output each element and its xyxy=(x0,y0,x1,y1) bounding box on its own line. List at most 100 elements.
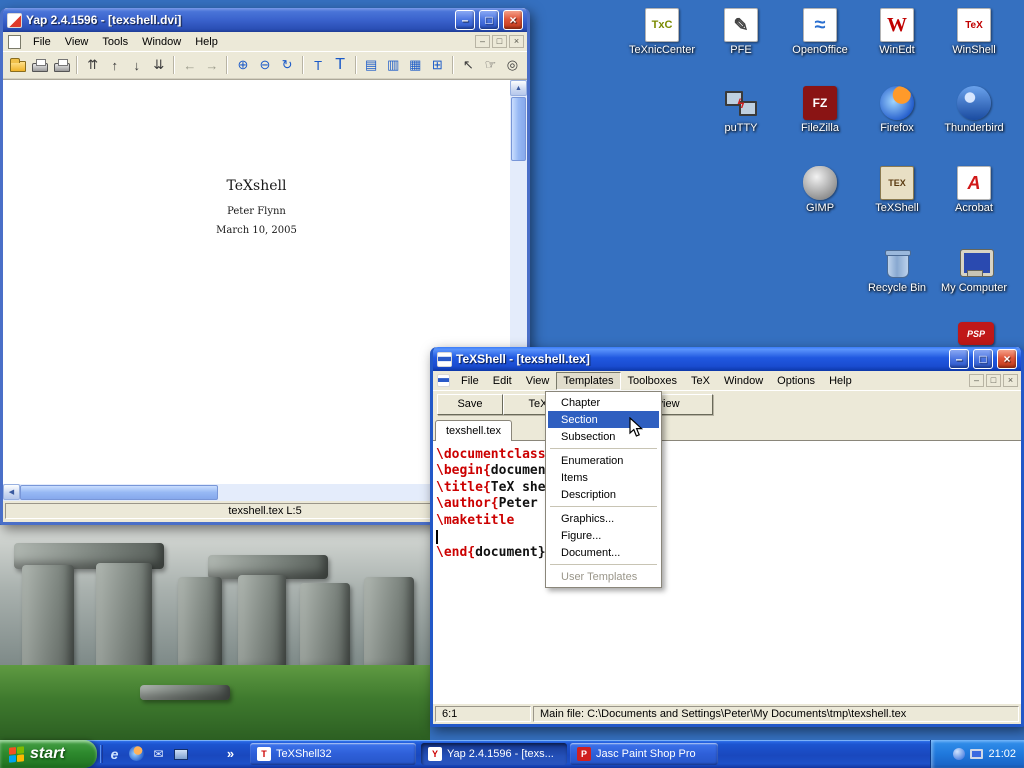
minimize-button[interactable]: – xyxy=(455,10,475,30)
magnifier-tool-button[interactable]: ◎ xyxy=(502,54,523,76)
scrollbar-thumb[interactable] xyxy=(20,485,218,500)
mdi-close-button[interactable]: × xyxy=(1003,374,1018,387)
texshell-titlebar[interactable]: TeXShell - [texshell.tex] – □ × xyxy=(433,347,1021,371)
menu-tools[interactable]: Tools xyxy=(95,33,135,51)
desktop-icon-winshell[interactable]: TeX WinShell xyxy=(936,8,1012,56)
show-desktop-icon[interactable] xyxy=(172,745,189,762)
templates-menu-item-document[interactable]: Document... xyxy=(548,544,659,561)
menu-window[interactable]: Window xyxy=(135,33,188,51)
psp-icon[interactable]: PSP xyxy=(958,322,994,345)
task-label: Yap 2.4.1596 - [texs... xyxy=(447,748,554,760)
menu-templates[interactable]: Templates xyxy=(556,372,620,390)
close-button[interactable]: × xyxy=(997,349,1017,369)
save-button[interactable]: Save xyxy=(437,394,503,415)
desktop-icon-firefox[interactable]: Firefox xyxy=(859,86,935,134)
cursor-position-status: 6:1 xyxy=(435,706,531,722)
scroll-left-button[interactable]: ◀ xyxy=(3,484,20,500)
tray-status-icon[interactable] xyxy=(953,748,965,760)
zoom-in-button[interactable]: ⊕ xyxy=(232,54,253,76)
desktop-icon-filezilla[interactable]: FZ FileZilla xyxy=(782,86,858,134)
menu-toolboxes[interactable]: Toolboxes xyxy=(621,372,685,390)
templates-menu-item-items[interactable]: Items xyxy=(548,469,659,486)
mdi-restore-button[interactable]: □ xyxy=(986,374,1001,387)
desktop-icon-my-computer[interactable]: My Computer xyxy=(936,246,1012,294)
mdi-minimize-button[interactable]: – xyxy=(969,374,984,387)
menu-help[interactable]: Help xyxy=(188,33,225,51)
menu-window[interactable]: Window xyxy=(717,372,770,390)
templates-menu-item-graphics[interactable]: Graphics... xyxy=(548,510,659,527)
close-button[interactable]: × xyxy=(503,10,523,30)
paint-shop-pro-task-icon: P xyxy=(577,747,591,761)
tray-display-icon[interactable] xyxy=(970,749,983,759)
menu-help[interactable]: Help xyxy=(822,372,859,390)
menu-edit[interactable]: Edit xyxy=(486,372,519,390)
back-button[interactable]: ← xyxy=(179,54,200,76)
scroll-up-button[interactable]: ▲ xyxy=(510,80,527,96)
start-button[interactable]: start xyxy=(0,740,97,768)
minimize-button[interactable]: – xyxy=(949,349,969,369)
tab-texshell-tex[interactable]: texshell.tex xyxy=(435,420,512,441)
view-grid-button[interactable]: ⊞ xyxy=(427,54,448,76)
hand-tool-button[interactable]: ☞ xyxy=(480,54,501,76)
maximize-button[interactable]: □ xyxy=(479,10,499,30)
previous-page-button[interactable]: ↑ xyxy=(104,54,125,76)
templates-menu-item-user-templates[interactable]: User Templates xyxy=(548,568,659,585)
texniccenter-icon: TxC xyxy=(645,8,679,42)
menu-options[interactable]: Options xyxy=(770,372,822,390)
desktop-icon-putty[interactable]: ϟ puTTY xyxy=(703,86,779,134)
ruler-tool-button[interactable]: T xyxy=(308,54,329,76)
firefox-icon xyxy=(129,746,144,761)
firefox-quick-icon[interactable] xyxy=(128,745,145,762)
templates-menu-item-enumeration[interactable]: Enumeration xyxy=(548,452,659,469)
view-continuous-button[interactable]: ▦ xyxy=(405,54,426,76)
desktop-icon-recycle-bin[interactable]: Recycle Bin xyxy=(859,246,935,294)
redraw-button[interactable]: ↻ xyxy=(277,54,298,76)
desktop-icon-winedt[interactable]: W WinEdt xyxy=(859,8,935,56)
print-button[interactable] xyxy=(29,54,50,76)
menu-file[interactable]: File xyxy=(454,372,486,390)
mdi-close-button[interactable]: × xyxy=(509,35,524,48)
mdi-minimize-button[interactable]: – xyxy=(475,35,490,48)
internet-explorer-icon[interactable]: e xyxy=(106,745,123,762)
next-page-button[interactable]: ↓ xyxy=(126,54,147,76)
desktop-icon-thunderbird[interactable]: Thunderbird xyxy=(936,86,1012,134)
view-single-button[interactable]: ▤ xyxy=(361,54,382,76)
menu-tex[interactable]: TeX xyxy=(684,372,717,390)
desktop-icon-openoffice[interactable]: ≈ OpenOffice xyxy=(782,8,858,56)
print-preview-button[interactable] xyxy=(51,54,72,76)
desktop-icon-texshell[interactable]: TEX TeXShell xyxy=(859,166,935,214)
code-editor[interactable]: \documentclass{ \begin{document \title{T… xyxy=(433,441,1021,704)
document-icon xyxy=(8,35,21,49)
mail-quick-icon[interactable]: ✉ xyxy=(150,745,167,762)
desktop-icon-pfe[interactable]: ✎ PFE xyxy=(703,8,779,56)
quick-launch-handle[interactable] xyxy=(100,745,103,763)
desktop[interactable]: TxC TeXnicCenter ✎ PFE ≈ OpenOffice W Wi… xyxy=(0,0,1024,768)
zoom-out-button[interactable]: ⊖ xyxy=(254,54,275,76)
templates-menu-item-description[interactable]: Description xyxy=(548,486,659,503)
desktop-icon-acrobat[interactable]: A Acrobat xyxy=(936,166,1012,214)
menu-view[interactable]: View xyxy=(519,372,557,390)
desktop-icon-texniccenter[interactable]: TxC TeXnicCenter xyxy=(624,8,700,56)
open-button[interactable] xyxy=(7,54,28,76)
select-tool-button[interactable]: ↖ xyxy=(458,54,479,76)
templates-menu-item-chapter[interactable]: Chapter xyxy=(548,394,659,411)
maximize-button[interactable]: □ xyxy=(973,349,993,369)
yap-titlebar[interactable]: Yap 2.4.1596 - [texshell.dvi] – □ × xyxy=(3,8,527,32)
first-page-button[interactable]: ⇈ xyxy=(82,54,103,76)
text-tool-button[interactable]: T xyxy=(330,54,351,76)
last-page-button[interactable]: ⇊ xyxy=(148,54,169,76)
taskbar-task-paint-shop-pro[interactable]: P Jasc Paint Shop Pro xyxy=(570,743,718,765)
scrollbar-thumb[interactable] xyxy=(511,97,526,161)
quick-launch-overflow-chevron[interactable]: » xyxy=(222,745,239,762)
templates-menu-item-figure[interactable]: Figure... xyxy=(548,527,659,544)
desktop-icon-gimp[interactable]: GIMP xyxy=(782,166,858,214)
menu-file[interactable]: File xyxy=(26,33,58,51)
view-facing-button[interactable]: ▥ xyxy=(383,54,404,76)
my-computer-icon xyxy=(957,246,991,280)
mdi-restore-button[interactable]: □ xyxy=(492,35,507,48)
taskbar-task-yap[interactable]: Y Yap 2.4.1596 - [texs... xyxy=(421,743,567,765)
forward-button[interactable]: → xyxy=(201,54,222,76)
menu-view[interactable]: View xyxy=(58,33,96,51)
texshell-toolbar: Save TeX Preview xyxy=(433,391,1021,417)
taskbar-task-texshell32[interactable]: T TeXShell32 xyxy=(250,743,416,765)
